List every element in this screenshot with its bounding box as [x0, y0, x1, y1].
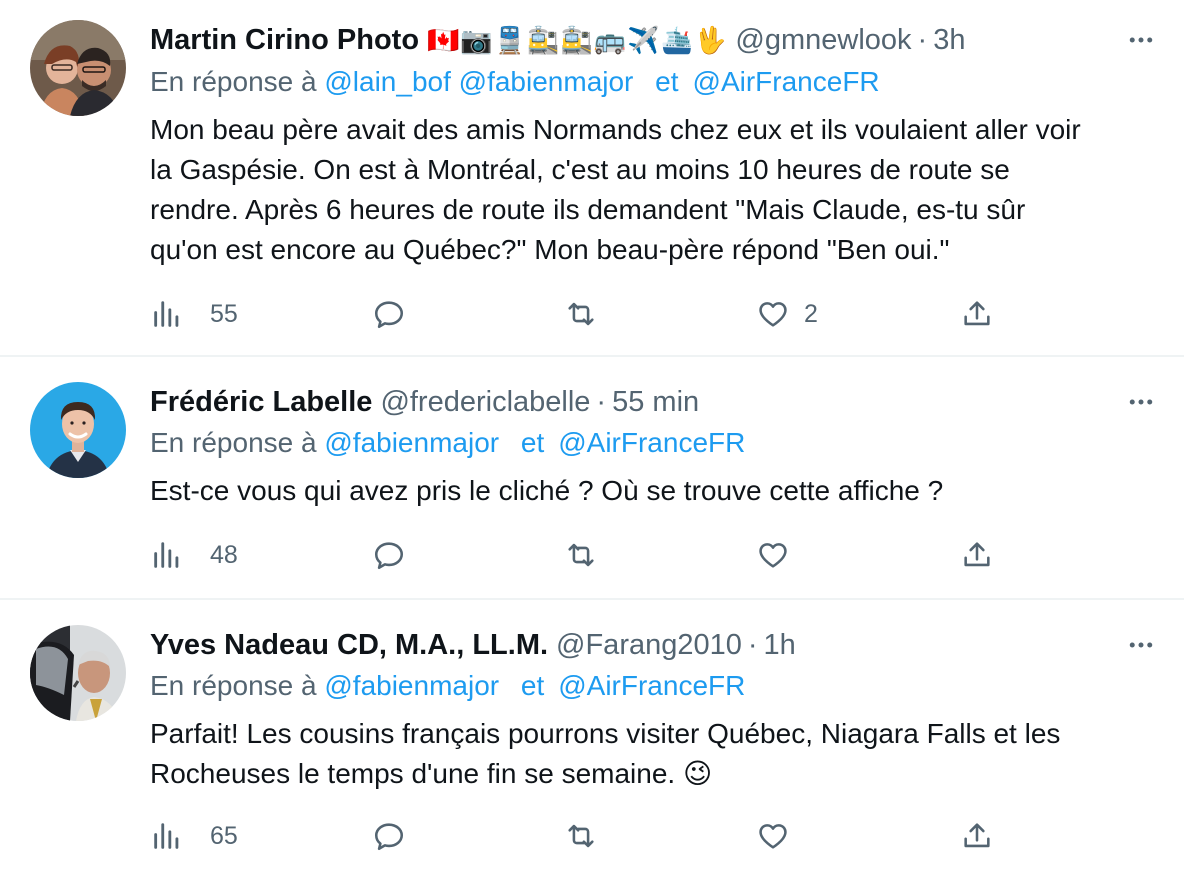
tweet-yves-nadeau[interactable]: Yves Nadeau CD, M.A., LL.M. @Farang2010 … — [0, 600, 1184, 872]
reply-context: En réponse à @lain_bof @fabienmajor et @A… — [150, 66, 880, 106]
author-name-emojis: 🇨🇦📷🚆🚉🚉🚌✈️🛳️🖖 — [427, 24, 728, 55]
likes-count: 2 — [804, 299, 818, 328]
reply-icon — [374, 542, 404, 570]
tweet-actions: 48 — [150, 533, 1010, 577]
separator-dot: · — [917, 23, 928, 56]
retweet-icon — [568, 543, 594, 567]
tweet-actions: 55 2 — [150, 292, 1010, 336]
avatar[interactable] — [30, 20, 126, 116]
more-options-button[interactable] — [1124, 628, 1158, 662]
retweet-button[interactable] — [564, 533, 598, 577]
author-name[interactable]: Martin Cirino Photo — [150, 24, 419, 57]
more-icon — [1129, 642, 1153, 648]
views-button[interactable]: 55 — [150, 292, 238, 336]
tweet-text: Mon beau père avait des amis Normands ch… — [150, 110, 1144, 270]
timestamp[interactable]: 3h — [933, 24, 965, 57]
reply-button[interactable] — [372, 533, 406, 577]
mention-link[interactable]: @AirFranceFR — [558, 670, 745, 701]
more-icon — [1129, 37, 1153, 43]
tweet-martin-cirino[interactable]: Martin Cirino Photo 🇨🇦📷🚆🚉🚉🚌✈️🛳️🖖 @gmnewl… — [0, 0, 1184, 357]
views-count: 48 — [210, 540, 238, 569]
reply-context: En réponse à @fabienmajor et @AirFranceFR — [150, 670, 745, 710]
like-icon — [759, 824, 787, 849]
more-options-button[interactable] — [1124, 23, 1158, 57]
tweet-text-line: la Gaspésie. On est à Montréal, c'est au… — [150, 154, 1010, 185]
mention-link[interactable]: @fabienmajor — [459, 66, 634, 97]
views-button[interactable]: 65 — [150, 814, 238, 858]
tweet-text: Est-ce vous qui avez pris le cliché ? Où… — [150, 471, 1144, 511]
reply-context: En réponse à @fabienmajor et @AirFranceFR — [150, 427, 745, 467]
author-handle[interactable]: @fredericlabelle — [380, 386, 590, 419]
timestamp[interactable]: 1h — [764, 629, 796, 662]
reply-conjunction: et — [655, 66, 679, 97]
share-button[interactable] — [960, 292, 994, 336]
separator-dot: · — [747, 628, 758, 661]
reply-button[interactable] — [372, 292, 406, 336]
like-button[interactable] — [756, 533, 790, 577]
separator-dot: · — [596, 385, 607, 418]
author-name[interactable]: Frédéric Labelle — [150, 386, 372, 419]
retweet-button[interactable] — [564, 292, 598, 336]
reply-icon — [374, 823, 404, 851]
tweet-text-line: rendre. Après 6 heures de route ils dema… — [150, 194, 1026, 225]
like-icon — [759, 302, 787, 327]
retweet-button[interactable] — [564, 814, 598, 858]
reply-prefix: En réponse à — [150, 427, 317, 458]
tweet-text: Parfait! Les cousins français pourrons v… — [150, 714, 1144, 794]
reply-button[interactable] — [372, 814, 406, 858]
share-icon — [964, 542, 990, 567]
retweet-icon — [568, 824, 594, 848]
views-count: 55 — [210, 299, 238, 328]
views-icon — [154, 542, 179, 568]
author-name[interactable]: Yves Nadeau CD, M.A., LL.M. — [150, 629, 548, 662]
reply-icon — [374, 301, 404, 329]
avatar[interactable] — [30, 625, 126, 721]
tweet-text-line: Rocheuses le temps d'une fin se semaine.… — [150, 758, 713, 789]
avatar[interactable] — [30, 382, 126, 478]
tweet-text-line: Mon beau père avait des amis Normands ch… — [150, 114, 1081, 145]
tweet-text-line: Parfait! Les cousins français pourrons v… — [150, 718, 1061, 749]
reply-prefix: En réponse à — [150, 66, 317, 97]
mention-link[interactable]: @lain_bof — [324, 66, 451, 97]
views-button[interactable]: 48 — [150, 533, 238, 577]
author-handle[interactable]: @gmnewlook — [735, 24, 911, 57]
reply-prefix: En réponse à — [150, 670, 317, 701]
like-icon — [759, 543, 787, 568]
tweet-header: Martin Cirino Photo 🇨🇦📷🚆🚉🚉🚌✈️🛳️🖖 @gmnewl… — [150, 20, 1124, 60]
views-count: 65 — [210, 821, 238, 850]
share-button[interactable] — [960, 533, 994, 577]
timestamp[interactable]: 55 min — [612, 386, 699, 419]
share-button[interactable] — [960, 814, 994, 858]
like-button[interactable]: 2 — [756, 292, 818, 336]
retweet-icon — [568, 302, 594, 326]
tweet-header: Yves Nadeau CD, M.A., LL.M. @Farang2010 … — [150, 625, 1124, 665]
reply-conjunction: et — [520, 427, 545, 458]
mention-link[interactable]: @AirFranceFR — [693, 66, 880, 97]
tweet-feed: Martin Cirino Photo 🇨🇦📷🚆🚉🚉🚌✈️🛳️🖖 @gmnewl… — [0, 0, 1184, 872]
mention-link[interactable]: @AirFranceFR — [558, 427, 745, 458]
tweet-frederic-labelle[interactable]: Frédéric Labelle @fredericlabelle · 55 m… — [0, 357, 1184, 600]
more-icon — [1129, 399, 1153, 405]
like-button[interactable] — [756, 814, 790, 858]
reply-conjunction: et — [520, 670, 545, 701]
more-options-button[interactable] — [1124, 385, 1158, 419]
tweet-actions: 65 — [150, 814, 1010, 858]
author-handle[interactable]: @Farang2010 — [556, 629, 742, 662]
views-icon — [154, 823, 179, 849]
share-icon — [964, 823, 990, 848]
share-icon — [964, 301, 990, 326]
views-icon — [154, 301, 179, 327]
tweet-header: Frédéric Labelle @fredericlabelle · 55 m… — [150, 382, 1124, 422]
tweet-text-line: qu'on est encore au Québec?" Mon beau-pè… — [150, 234, 950, 265]
mention-link[interactable]: @fabienmajor — [324, 670, 499, 701]
mention-link[interactable]: @fabienmajor — [324, 427, 499, 458]
tweet-text-line: Est-ce vous qui avez pris le cliché ? Où… — [150, 475, 944, 506]
